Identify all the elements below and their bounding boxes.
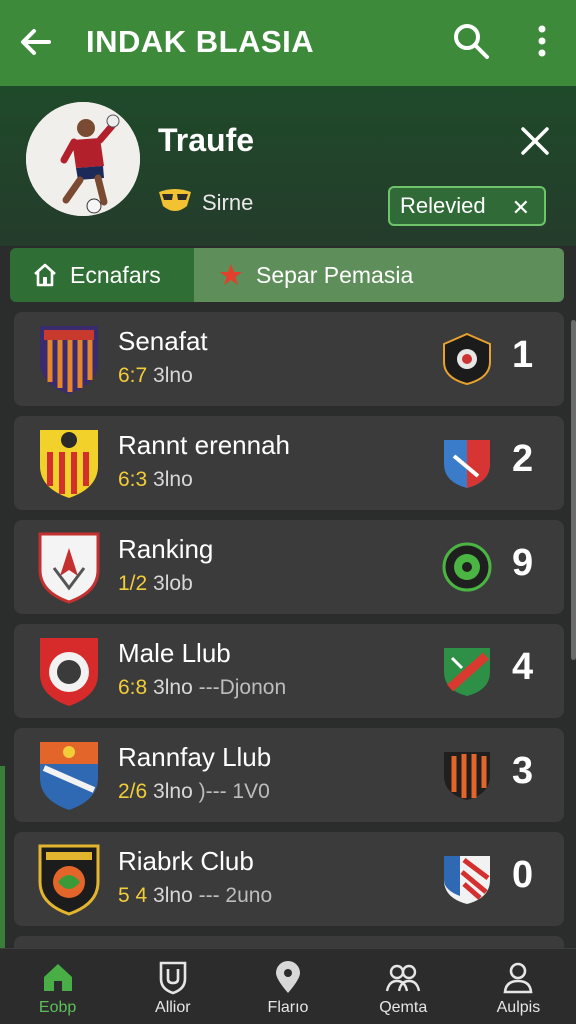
match-score: 0 — [512, 854, 534, 896]
profile-header: Traufe Sirne Relevied ✕ — [0, 86, 576, 246]
nav-label: Qemta — [379, 999, 428, 1016]
match-venue: 3lob — [153, 572, 193, 595]
match-extra: --- 2uno — [198, 884, 273, 907]
bottom-nav: Eobp Allior Flarıo Qemta Aulpis — [0, 948, 576, 1024]
match-venue: 3lno — [153, 884, 193, 907]
crest-yellow-red-icon — [40, 430, 98, 498]
match-venue: 3lno — [153, 468, 193, 491]
chip-close-icon[interactable]: ✕ — [512, 195, 530, 221]
crest-black-gold-icon — [38, 844, 100, 916]
search-icon[interactable] — [452, 22, 490, 60]
match-meta: 6:8 3lno ---Djonon — [118, 676, 286, 700]
pin-icon — [276, 961, 300, 993]
team-name: Rannfay Llub — [118, 742, 272, 772]
scrollbar[interactable] — [571, 320, 576, 660]
nav-label: Flarıo — [267, 999, 309, 1016]
match-time: 5 4 — [118, 884, 148, 907]
nav-label: Eobp — [38, 999, 77, 1016]
match-time: 6:3 — [118, 468, 148, 491]
profile-name: Traufe — [158, 122, 255, 158]
crest-red-round-icon — [40, 638, 98, 706]
team-name: Senafat — [118, 326, 208, 356]
match-score: 3 — [512, 750, 534, 792]
back-arrow-icon[interactable] — [18, 24, 54, 60]
crest-green-red-icon — [444, 648, 490, 696]
tab-ecnafars[interactable]: Ecnafars — [10, 248, 194, 302]
team-name: Male Llub — [118, 638, 231, 668]
close-icon[interactable] — [518, 124, 552, 158]
crest-red-white-blue-icon — [444, 856, 490, 904]
match-score: 4 — [512, 646, 534, 688]
nav-item-flario[interactable]: Flarıo — [230, 949, 345, 1024]
tab-separ-pemasia-label: Separ Pemasia — [256, 261, 414, 288]
home-icon — [43, 964, 72, 991]
tab-ecnafars-label: Ecnafars — [70, 261, 161, 288]
crest-green-ball-icon — [442, 542, 492, 592]
crest-striped-purple-icon — [40, 326, 98, 394]
match-row[interactable]: Rannfay Llub 2/6 3lno )--- 1V0 3 — [14, 728, 564, 822]
match-score: 1 — [512, 334, 534, 376]
match-row[interactable]: Rannt erennah 6:3 3lno 2 — [14, 416, 564, 510]
nav-item-allior[interactable]: Allior — [115, 949, 230, 1024]
shield-icon — [159, 961, 187, 995]
sunglasses-emoji-icon — [159, 189, 191, 211]
match-meta: 1/2 3lob — [118, 572, 193, 596]
nav-item-eobp[interactable]: Eobp — [0, 949, 115, 1024]
match-extra: ---Djonon — [198, 676, 287, 699]
person-icon — [503, 962, 533, 994]
group-icon — [386, 964, 421, 992]
team-name: Rannt erennah — [118, 430, 291, 460]
match-extra: )--- 1V0 — [198, 780, 270, 803]
match-venue: 3lno — [153, 780, 193, 803]
tab-separ-pemasia[interactable]: Separ Pemasia — [194, 248, 564, 302]
team-name: Ranking — [118, 534, 214, 564]
crest-red-blue-icon — [444, 440, 490, 488]
nav-item-aulpis[interactable]: Aulpis — [461, 949, 576, 1024]
match-row[interactable]: Riabrk Club 5 4 3lno --- 2uno 0 — [14, 832, 564, 926]
match-venue: 3lno — [153, 676, 193, 699]
match-time: 1/2 — [118, 572, 148, 595]
app-title: INDAK BLASIA — [86, 24, 315, 59]
nav-label: Allior — [155, 999, 191, 1016]
match-time: 6:7 — [118, 364, 148, 387]
player-figure-icon — [26, 102, 140, 216]
crest-orange-blue-icon — [40, 742, 98, 810]
match-meta: 2/6 3lno )--- 1V0 — [118, 780, 270, 804]
relevied-chip[interactable]: Relevied ✕ — [388, 186, 546, 226]
match-time: 6:8 — [118, 676, 148, 699]
star-icon — [220, 264, 242, 285]
match-score: 2 — [512, 438, 534, 480]
nav-item-qemta[interactable]: Qemta — [346, 949, 461, 1024]
match-row[interactable]: Male Llub 6:8 3lno ---Djonon 4 — [14, 624, 564, 718]
tab-bar: Ecnafars Separ Pemasia — [10, 248, 564, 302]
match-venue: 3lno — [153, 364, 193, 387]
match-meta: 5 4 3lno --- 2uno — [118, 884, 272, 908]
match-row[interactable]: Ranking 1/2 3lob 9 — [14, 520, 564, 614]
match-score: 9 — [512, 542, 534, 584]
match-meta: 6:3 3lno — [118, 468, 193, 492]
profile-badge-label: Sirne — [202, 190, 254, 215]
app-bar: INDAK BLASIA — [0, 0, 576, 86]
team-name: Riabrk Club — [118, 846, 254, 876]
match-meta: 6:7 3lno — [118, 364, 193, 388]
crest-white-red-icon — [38, 532, 100, 604]
player-avatar — [26, 102, 140, 216]
nav-label: Aulpis — [496, 999, 541, 1016]
crest-black-round-icon — [443, 332, 491, 386]
match-time: 2/6 — [118, 780, 148, 803]
match-row[interactable]: Senafat 6:7 3lno 1 — [14, 312, 564, 406]
edge-indicator — [0, 766, 5, 948]
relevied-chip-label: Relevied — [400, 193, 486, 218]
crest-orange-black-icon — [444, 752, 490, 800]
more-vert-icon[interactable] — [528, 22, 556, 60]
home-icon — [34, 263, 56, 287]
